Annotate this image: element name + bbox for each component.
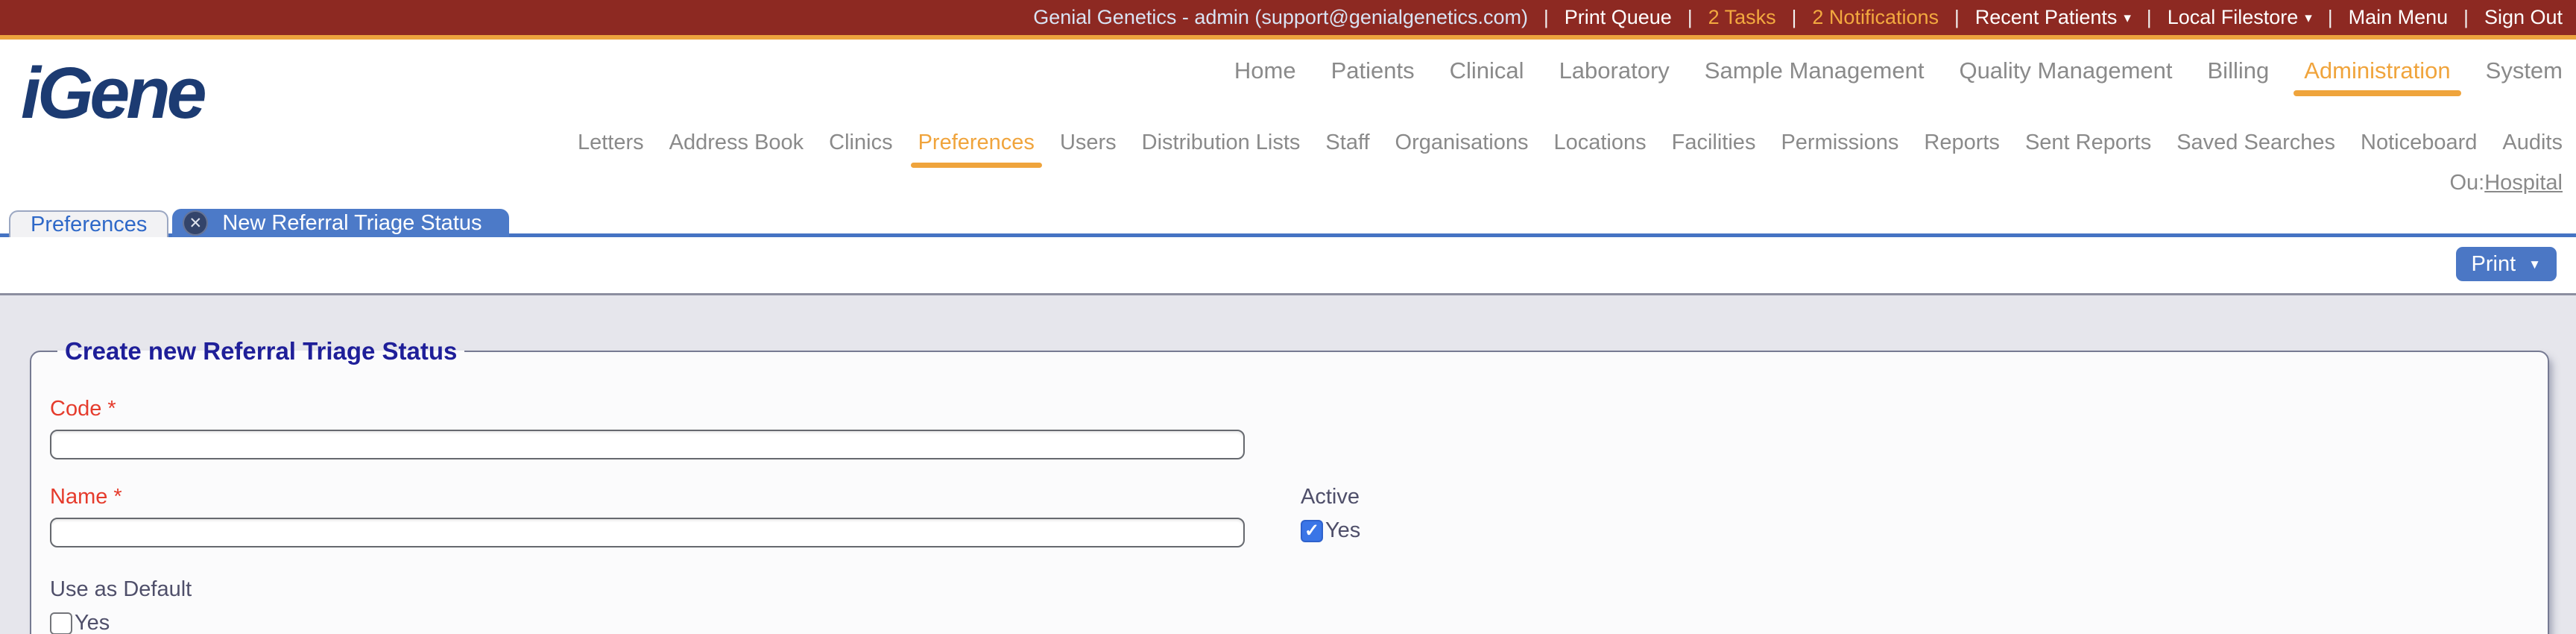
subnav-item-organisations[interactable]: Organisations	[1395, 131, 1529, 155]
subnav-item-locations[interactable]: Locations	[1553, 131, 1646, 155]
tab-label: Preferences	[31, 212, 148, 236]
chevron-down-icon: ▾	[2124, 10, 2131, 26]
required-asterisk: *	[113, 485, 122, 509]
close-icon[interactable]: ✕	[183, 210, 209, 236]
subnav-item-staff[interactable]: Staff	[1325, 131, 1369, 155]
igene-logo[interactable]: iGene	[21, 51, 207, 135]
separator: |	[1543, 6, 1549, 28]
subnav-item-distribution-lists[interactable]: Distribution Lists	[1142, 131, 1301, 155]
tab-label: New Referral Triage Status	[222, 210, 482, 235]
subnav-item-saved-searches[interactable]: Saved Searches	[2176, 131, 2335, 155]
active-option-label: Yes	[1325, 518, 1361, 542]
close-glyph: ✕	[189, 214, 203, 232]
content-panel: Create new Referral Triage Status Code *…	[0, 293, 2576, 634]
chevron-down-icon: ▼	[2528, 257, 2541, 272]
topbar-item-label: Sign Out	[2484, 6, 2563, 28]
subnav-item-users[interactable]: Users	[1060, 131, 1117, 155]
topbar-item-recent-patients[interactable]: Recent Patients ▾	[1975, 6, 2131, 29]
topbar-item-label: Recent Patients	[1974, 6, 2118, 28]
subnav-item-address-book[interactable]: Address Book	[669, 131, 804, 155]
topbar-item-label: Local Filestore	[2167, 6, 2299, 28]
toolbar: Print ▼	[0, 237, 2576, 293]
active-checkbox-row[interactable]: ✓ Yes	[1301, 518, 1360, 543]
sub-nav: Letters Address Book Clinics Preferences…	[578, 131, 2563, 169]
subnav-item-noticeboard[interactable]: Noticeboard	[2361, 131, 2477, 155]
separator: |	[1791, 6, 1797, 28]
nav-item-administration[interactable]: Administration	[2294, 57, 2462, 96]
create-referral-triage-status-form: Create new Referral Triage Status Code *…	[30, 337, 2549, 634]
topbar-item-label: 2 Notifications	[1812, 6, 1939, 28]
topbar-item-main-menu[interactable]: Main Menu	[2349, 6, 2449, 29]
subnav-item-permissions[interactable]: Permissions	[1781, 131, 1898, 155]
ou-hospital-link[interactable]: Hospital	[2484, 171, 2563, 195]
separator: |	[2327, 6, 2333, 28]
topbar-item-print-queue[interactable]: Print Queue	[1565, 6, 1672, 29]
name-field-group: Name *	[50, 485, 1245, 547]
topbar-item-label: Print Queue	[1564, 6, 1672, 28]
use-as-default-field-group: Use as Default ✓ Yes	[50, 577, 2548, 634]
topbar-item-label: 2 Tasks	[1708, 6, 1776, 28]
topbar: Genial Genetics - admin (support@genialg…	[0, 0, 2576, 35]
tab-new-referral-triage-status[interactable]: ✕ New Referral Triage Status	[172, 209, 509, 237]
separator: |	[1687, 6, 1693, 28]
subnav-item-audits[interactable]: Audits	[2502, 131, 2563, 155]
topbar-item-sign-out[interactable]: Sign Out	[2484, 6, 2563, 29]
name-active-row: Name * Active ✓ Yes	[50, 485, 2548, 547]
subnav-item-facilities[interactable]: Facilities	[1672, 131, 1756, 155]
nav-item-patients[interactable]: Patients	[1331, 57, 1415, 84]
form-legend: Create new Referral Triage Status	[65, 337, 458, 365]
header: iGene Home Patients Clinical Laboratory …	[0, 40, 2576, 209]
check-icon: ✓	[1304, 520, 1320, 541]
chevron-down-icon: ▾	[2305, 10, 2312, 26]
active-field-group: Active ✓ Yes	[1301, 485, 1360, 543]
topbar-item-label: Main Menu	[2348, 6, 2449, 28]
nav-item-home[interactable]: Home	[1234, 57, 1296, 84]
name-label-text: Name	[50, 485, 108, 509]
nav-item-billing[interactable]: Billing	[2208, 57, 2270, 84]
nav-item-laboratory[interactable]: Laboratory	[1559, 57, 1670, 84]
main-nav: Home Patients Clinical Laboratory Sample…	[1234, 57, 2563, 96]
ou-prefix: Ou:	[2449, 171, 2485, 195]
code-field-group: Code *	[50, 397, 2548, 459]
code-input[interactable]	[50, 430, 1245, 459]
topbar-item-notifications[interactable]: 2 Notifications	[1812, 6, 1939, 29]
nav-item-quality-management[interactable]: Quality Management	[1959, 57, 2172, 84]
print-button[interactable]: Print ▼	[2455, 247, 2557, 281]
use-as-default-label: Use as Default	[50, 577, 192, 601]
use-as-default-checkbox-row[interactable]: ✓ Yes	[50, 611, 2548, 634]
use-as-default-checkbox[interactable]: ✓	[50, 612, 72, 634]
nav-item-clinical[interactable]: Clinical	[1450, 57, 1524, 84]
subnav-item-preferences[interactable]: Preferences	[910, 131, 1043, 169]
name-input[interactable]	[50, 518, 1245, 547]
separator: |	[2146, 6, 2152, 28]
name-label: Name *	[50, 485, 1245, 509]
tab-strip: Preferences ✕ New Referral Triage Status	[0, 209, 2576, 237]
separator: |	[2463, 6, 2469, 28]
nav-item-system[interactable]: System	[2486, 57, 2563, 84]
separator: |	[1954, 6, 1960, 28]
account-info: Genial Genetics - admin (support@genialg…	[1033, 6, 1528, 28]
required-asterisk: *	[107, 397, 116, 421]
subnav-item-sent-reports[interactable]: Sent Reports	[2025, 131, 2151, 155]
topbar-item-local-filestore[interactable]: Local Filestore ▾	[2168, 6, 2312, 29]
topbar-item-tasks[interactable]: 2 Tasks	[1708, 6, 1776, 29]
code-label: Code *	[50, 397, 2548, 421]
nav-item-sample-management[interactable]: Sample Management	[1705, 57, 1925, 84]
print-button-label: Print	[2471, 251, 2516, 276]
use-as-default-option-label: Yes	[75, 611, 110, 634]
active-label: Active	[1301, 485, 1360, 509]
ou-context: Ou:Hospital	[2449, 171, 2563, 195]
subnav-item-letters[interactable]: Letters	[578, 131, 644, 155]
code-label-text: Code	[50, 397, 102, 421]
subnav-item-clinics[interactable]: Clinics	[829, 131, 892, 155]
tab-preferences[interactable]: Preferences	[9, 210, 169, 237]
active-checkbox[interactable]: ✓	[1301, 519, 1323, 542]
subnav-item-reports[interactable]: Reports	[1924, 131, 2000, 155]
